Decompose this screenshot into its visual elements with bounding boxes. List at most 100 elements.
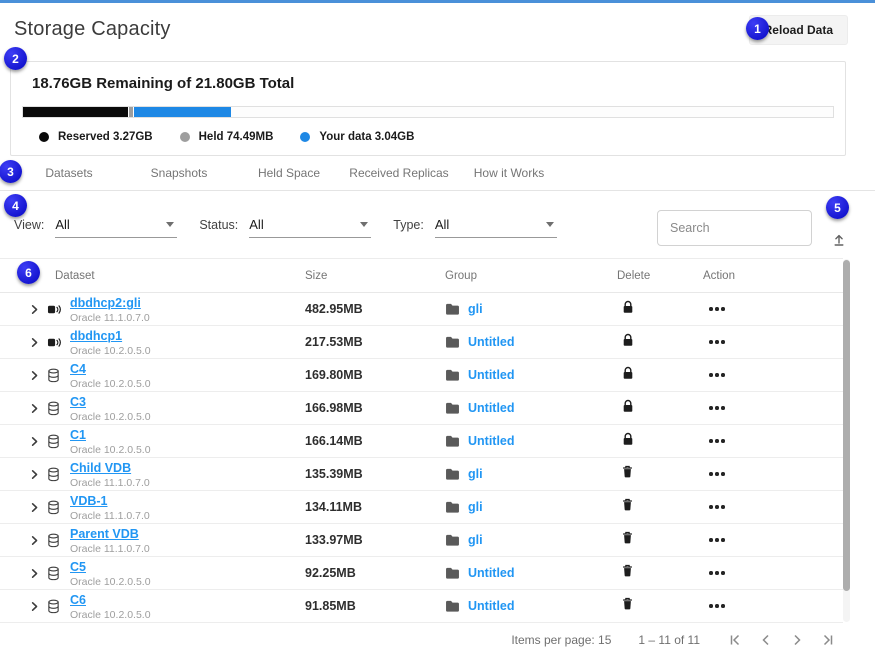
- next-page-button[interactable]: [786, 631, 808, 649]
- type-filter-select[interactable]: All: [435, 217, 557, 238]
- row-expander[interactable]: [28, 567, 41, 580]
- locked-delete-button[interactable]: [622, 300, 634, 314]
- capacity-segment-your-data: [134, 107, 231, 117]
- vdb-icon: [47, 469, 60, 486]
- locked-delete-button[interactable]: [622, 366, 634, 380]
- group-link[interactable]: Untitled: [468, 599, 515, 613]
- tab-datasets[interactable]: Datasets: [14, 166, 124, 180]
- legend-item-reserved: Reserved 3.27GB: [39, 131, 153, 143]
- delete-button[interactable]: [622, 531, 633, 544]
- annotation-badge-4: 4: [4, 194, 27, 217]
- dataset-link[interactable]: C3: [70, 396, 86, 409]
- row-expander[interactable]: [28, 600, 41, 613]
- row-expander[interactable]: [28, 435, 41, 448]
- capacity-bar: [22, 106, 834, 118]
- dataset-subtitle: Oracle 11.1.0.7.0: [70, 511, 305, 522]
- folder-icon: [445, 434, 460, 451]
- tab-how-it-works[interactable]: How it Works: [454, 166, 564, 180]
- dataset-link[interactable]: Child VDB: [70, 462, 131, 475]
- row-expander[interactable]: [28, 402, 41, 415]
- dataset-link[interactable]: C5: [70, 561, 86, 574]
- group-link[interactable]: gli: [468, 302, 483, 316]
- group-link[interactable]: Untitled: [468, 368, 515, 382]
- delete-button[interactable]: [622, 465, 633, 478]
- dataset-link[interactable]: dbdhcp1: [70, 330, 122, 343]
- group-link[interactable]: Untitled: [468, 401, 515, 415]
- row-expander[interactable]: [28, 336, 41, 349]
- pagination-footer: Items per page: 15 1 – 11 of 11: [0, 623, 875, 657]
- dataset-link[interactable]: Parent VDB: [70, 528, 139, 541]
- dataset-subtitle: Oracle 11.1.0.7.0: [70, 544, 305, 555]
- status-filter-select[interactable]: All: [249, 217, 371, 238]
- dataset-link[interactable]: C4: [70, 363, 86, 376]
- row-actions-button[interactable]: [709, 604, 725, 608]
- row-expander[interactable]: [28, 303, 41, 316]
- tab-bar: DatasetsSnapshotsHeld SpaceReceived Repl…: [0, 156, 875, 191]
- legend-dot-icon: [39, 132, 49, 142]
- table-row: C1Oracle 10.2.0.5.0166.14MBUntitled: [0, 425, 843, 458]
- row-expander[interactable]: [28, 468, 41, 481]
- row-actions-button[interactable]: [709, 439, 725, 443]
- first-page-button[interactable]: [724, 631, 746, 649]
- dataset-link[interactable]: VDB-1: [70, 495, 108, 508]
- row-actions-button[interactable]: [709, 505, 725, 509]
- export-icon: [831, 235, 847, 250]
- tab-snapshots[interactable]: Snapshots: [124, 166, 234, 180]
- chevron-right-icon: [28, 370, 41, 385]
- row-actions-button[interactable]: [709, 373, 725, 377]
- page-title: Storage Capacity: [14, 18, 171, 41]
- items-per-page-label: Items per page: 15: [511, 633, 611, 647]
- row-actions-button[interactable]: [709, 307, 725, 311]
- export-button[interactable]: [831, 231, 847, 247]
- group-link[interactable]: gli: [468, 533, 483, 547]
- prev-page-icon: [757, 637, 775, 652]
- locked-delete-button[interactable]: [622, 333, 634, 347]
- group-link[interactable]: gli: [468, 467, 483, 481]
- group-link[interactable]: gli: [468, 500, 483, 514]
- legend-item-held: Held 74.49MB: [180, 131, 274, 143]
- folder-icon: [445, 368, 460, 385]
- folder-icon: [445, 302, 460, 319]
- dataset-link[interactable]: C1: [70, 429, 86, 442]
- prev-page-button[interactable]: [755, 631, 777, 649]
- search-input[interactable]: [657, 210, 812, 246]
- dataset-link[interactable]: C6: [70, 594, 86, 607]
- ellipsis-icon: [709, 538, 725, 542]
- column-header-dataset: Dataset: [24, 270, 305, 282]
- row-actions-button[interactable]: [709, 538, 725, 542]
- locked-delete-button[interactable]: [622, 399, 634, 413]
- delete-button[interactable]: [622, 498, 633, 511]
- annotation-badge-6: 6: [17, 261, 40, 284]
- row-actions-button[interactable]: [709, 571, 725, 575]
- row-expander[interactable]: [28, 534, 41, 547]
- dataset-link[interactable]: dbdhcp2:gli: [70, 297, 141, 310]
- last-page-button[interactable]: [817, 631, 839, 649]
- vdb-icon: [47, 568, 60, 585]
- delete-button[interactable]: [622, 564, 633, 577]
- row-expander[interactable]: [28, 501, 41, 514]
- group-link[interactable]: Untitled: [468, 335, 515, 349]
- row-actions-button[interactable]: [709, 406, 725, 410]
- ellipsis-icon: [709, 604, 725, 608]
- row-expander[interactable]: [28, 369, 41, 382]
- locked-delete-button[interactable]: [622, 432, 634, 446]
- tab-held-space[interactable]: Held Space: [234, 166, 344, 180]
- trash-icon: [622, 598, 633, 613]
- row-actions-button[interactable]: [709, 340, 725, 344]
- capacity-segment-reserved: [23, 107, 128, 117]
- table-row: dbdhcp1Oracle 10.2.0.5.0217.53MBUntitled: [0, 326, 843, 359]
- delete-button[interactable]: [622, 597, 633, 610]
- group-link[interactable]: Untitled: [468, 434, 515, 448]
- vdb-icon: [47, 370, 60, 387]
- tab-received-replicas[interactable]: Received Replicas: [344, 166, 454, 180]
- view-filter-select[interactable]: All: [55, 217, 177, 238]
- folder-icon: [445, 467, 460, 484]
- row-actions-button[interactable]: [709, 472, 725, 476]
- chevron-right-icon: [28, 535, 41, 550]
- lock-icon: [622, 302, 634, 317]
- vertical-scrollbar[interactable]: [843, 259, 850, 622]
- group-link[interactable]: Untitled: [468, 566, 515, 580]
- table-row: Child VDBOracle 11.1.0.7.0135.39MBgli: [0, 458, 843, 491]
- dataset-subtitle: Oracle 10.2.0.5.0: [70, 577, 305, 588]
- scrollbar-thumb[interactable]: [843, 260, 850, 591]
